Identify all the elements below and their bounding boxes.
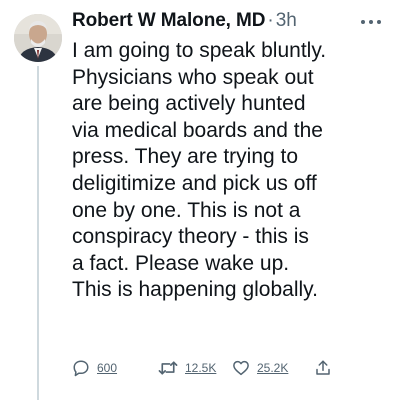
tweet-text-line: are being actively hunted <box>72 92 306 116</box>
retweet-count: 12.5K <box>185 361 217 375</box>
avatar[interactable] <box>14 14 62 62</box>
header-separator: · <box>267 10 274 31</box>
share-icon <box>314 359 332 377</box>
avatar-photo <box>14 14 62 62</box>
tweet-text-line: Physicians who speak out <box>72 65 314 89</box>
tweet-text: I am going to speak bluntly. Physicians … <box>72 38 394 304</box>
retweet-icon <box>158 359 178 377</box>
tweet-text-line: conspiracy theory - this is <box>72 225 309 249</box>
retweet-button[interactable]: 12.5K <box>158 356 216 380</box>
like-count: 25.2K <box>257 361 289 375</box>
tweet-text-line: via medical boards and the <box>72 118 323 142</box>
like-button[interactable]: 25.2K <box>232 356 288 380</box>
heart-icon <box>232 359 250 377</box>
tweet-text-line: a fact. Please wake up. <box>72 251 290 275</box>
tweet-text-line: This is happening globally. <box>72 278 318 302</box>
tweet-text-line: press. They are trying to <box>72 145 299 169</box>
tweet-text-line: I am going to speak bluntly. <box>72 39 327 62</box>
thread-line <box>37 66 39 400</box>
timestamp[interactable]: 3h <box>276 10 297 32</box>
share-button[interactable] <box>314 356 332 380</box>
tweet: Robert W Malone, MD · 3h I am going to s… <box>0 0 400 400</box>
more-icon[interactable] <box>360 12 382 30</box>
author-name[interactable]: Robert W Malone, MD <box>72 10 265 32</box>
tweet-text-line: one by one. This is not a <box>72 198 301 222</box>
action-bar: 600 12.5K 25.2K <box>72 356 394 380</box>
tweet-header: Robert W Malone, MD · 3h <box>72 10 297 36</box>
reply-count: 600 <box>97 361 118 375</box>
reply-button[interactable]: 600 <box>72 356 117 380</box>
reply-icon <box>72 359 90 377</box>
tweet-text-line: deligitimize and pick us off <box>72 171 317 195</box>
